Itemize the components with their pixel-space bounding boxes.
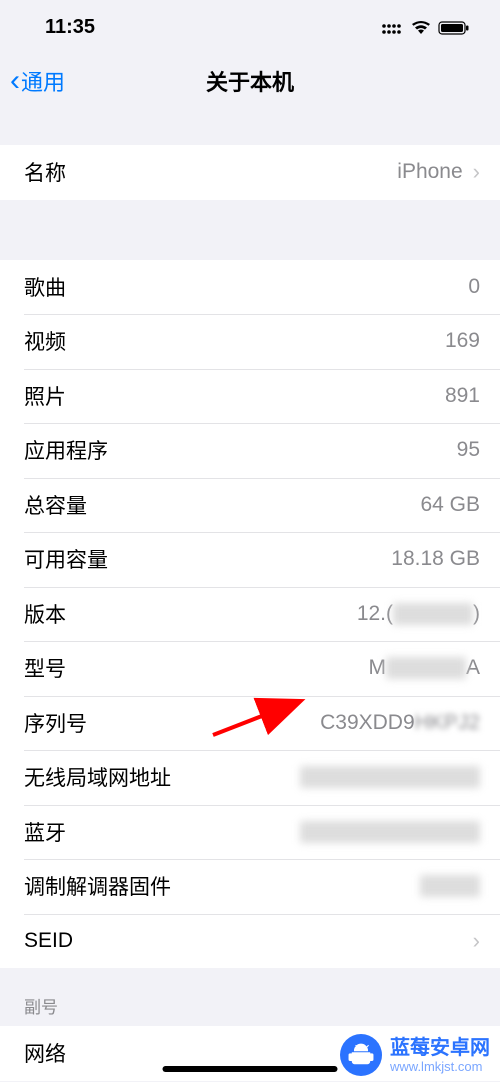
row-total-capacity: 总容量 64 GB: [0, 478, 500, 533]
row-songs: 歌曲 0: [0, 260, 500, 315]
nav-bar: ‹ 通用 关于本机: [0, 55, 500, 107]
row-bluetooth: 蓝牙: [0, 805, 500, 860]
watermark: 蓝莓安卓网 www.lmkjst.com: [340, 1034, 490, 1076]
back-button[interactable]: ‹ 通用: [10, 64, 65, 98]
back-label: 通用: [21, 65, 65, 97]
home-indicator: [163, 1066, 338, 1072]
row-modem-firmware: 调制解调器固件: [0, 859, 500, 914]
status-bar: 11:35: [0, 0, 500, 55]
status-icons: [382, 21, 470, 35]
row-apps: 应用程序 95: [0, 423, 500, 478]
battery-icon: [438, 21, 470, 35]
row-photos: 照片 891: [0, 369, 500, 424]
watermark-url: www.lmkjst.com: [390, 1059, 490, 1074]
watermark-icon: [340, 1034, 382, 1076]
watermark-title: 蓝莓安卓网: [390, 1037, 490, 1059]
section-header-subnum: 副号: [0, 968, 500, 1026]
label-name: 名称: [24, 157, 66, 187]
row-seid[interactable]: SEID ›: [0, 914, 500, 969]
chevron-right-icon: ›: [473, 928, 480, 954]
row-videos: 视频 169: [0, 314, 500, 369]
row-wifi-address: 无线局域网地址: [0, 750, 500, 805]
wifi-icon: [411, 21, 431, 35]
row-available-capacity: 可用容量 18.18 GB: [0, 532, 500, 587]
chevron-right-icon: ›: [473, 159, 480, 185]
value-name: iPhone ›: [397, 159, 480, 185]
row-version: 版本 12.(): [0, 587, 500, 642]
row-device-name[interactable]: 名称 iPhone ›: [0, 145, 500, 200]
signal-icon: [382, 21, 404, 35]
row-serial: 序列号 C39XDD9HKPJ2: [0, 696, 500, 751]
page-title: 关于本机: [206, 65, 294, 97]
row-model: 型号 MA: [0, 641, 500, 696]
status-time: 11:35: [45, 16, 95, 39]
group-name: 名称 iPhone ›: [0, 145, 500, 200]
chevron-left-icon: ‹: [10, 64, 20, 98]
group-about: 歌曲 0 视频 169 照片 891 应用程序 95 总容量 64 GB 可用容…: [0, 260, 500, 969]
